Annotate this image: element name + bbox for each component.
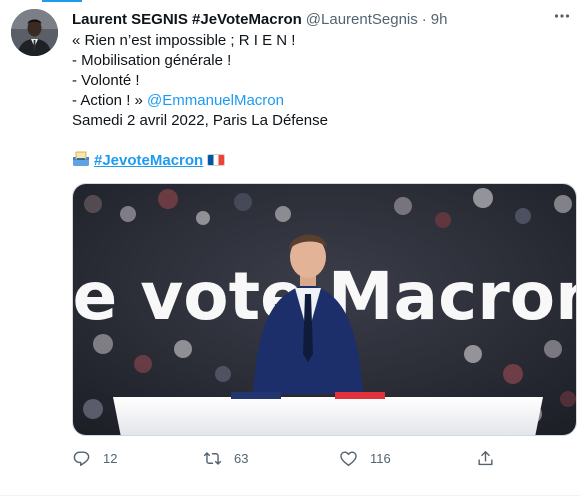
tweet-line: - Action ! » @EmmanuelMacron [72,91,572,111]
tweet-line: « Rien n’est impossible ; R I E N ! [72,32,296,49]
photo-scene: Je vote Macron [73,184,576,435]
heart-icon [340,451,357,466]
mention-link[interactable]: @EmmanuelMacron [147,92,284,109]
author-handle[interactable]: @LaurentSegnis [306,11,418,28]
tweet-line: Samedi 2 avril 2022, Paris La Défense [72,112,328,129]
avatar-image [11,9,58,56]
tweet-text: « Rien n’est impossible ; R I E N ! - Mo… [72,31,572,171]
tweet-timestamp[interactable]: 9h [431,11,448,28]
more-icon [554,14,570,18]
avatar[interactable] [11,9,58,56]
podium [113,392,543,435]
retweet-icon [203,452,222,465]
tweet-body: Laurent SEGNIS #JeVoteMacron @LaurentSeg… [72,9,572,171]
hashtag-line: #JevoteMacron [72,151,572,171]
share-icon [478,451,493,466]
tweet-line: - Mobilisation générale ! [72,52,232,69]
retweet-count: 63 [234,451,249,466]
tweet-header: Laurent SEGNIS #JeVoteMacron @LaurentSeg… [72,9,572,29]
header-separator: · [421,10,427,28]
like-button[interactable]: 116 [339,449,391,468]
tweet-photo[interactable]: Je vote Macron [72,183,577,436]
like-count: 116 [370,451,391,466]
retweet-button[interactable]: 63 [203,449,248,468]
france-flag-icon [207,154,226,166]
author-name[interactable]: Laurent SEGNIS #JeVoteMacron [72,11,302,28]
ballot-box-icon [73,151,89,166]
more-options-button[interactable] [550,4,574,28]
share-button[interactable] [476,449,495,468]
tweet-actions: 12 63 116 [72,449,502,469]
tweet-line-prefix: - Action ! » [72,92,148,109]
hashtag-link[interactable]: #JevoteMacron [94,152,203,169]
reply-icon [73,451,90,466]
tweet-line: - Volonté ! [72,72,140,89]
reply-button[interactable]: 12 [72,449,117,468]
tweet[interactable]: Laurent SEGNIS #JeVoteMacron @LaurentSeg… [0,0,580,496]
reply-count: 12 [103,451,118,466]
